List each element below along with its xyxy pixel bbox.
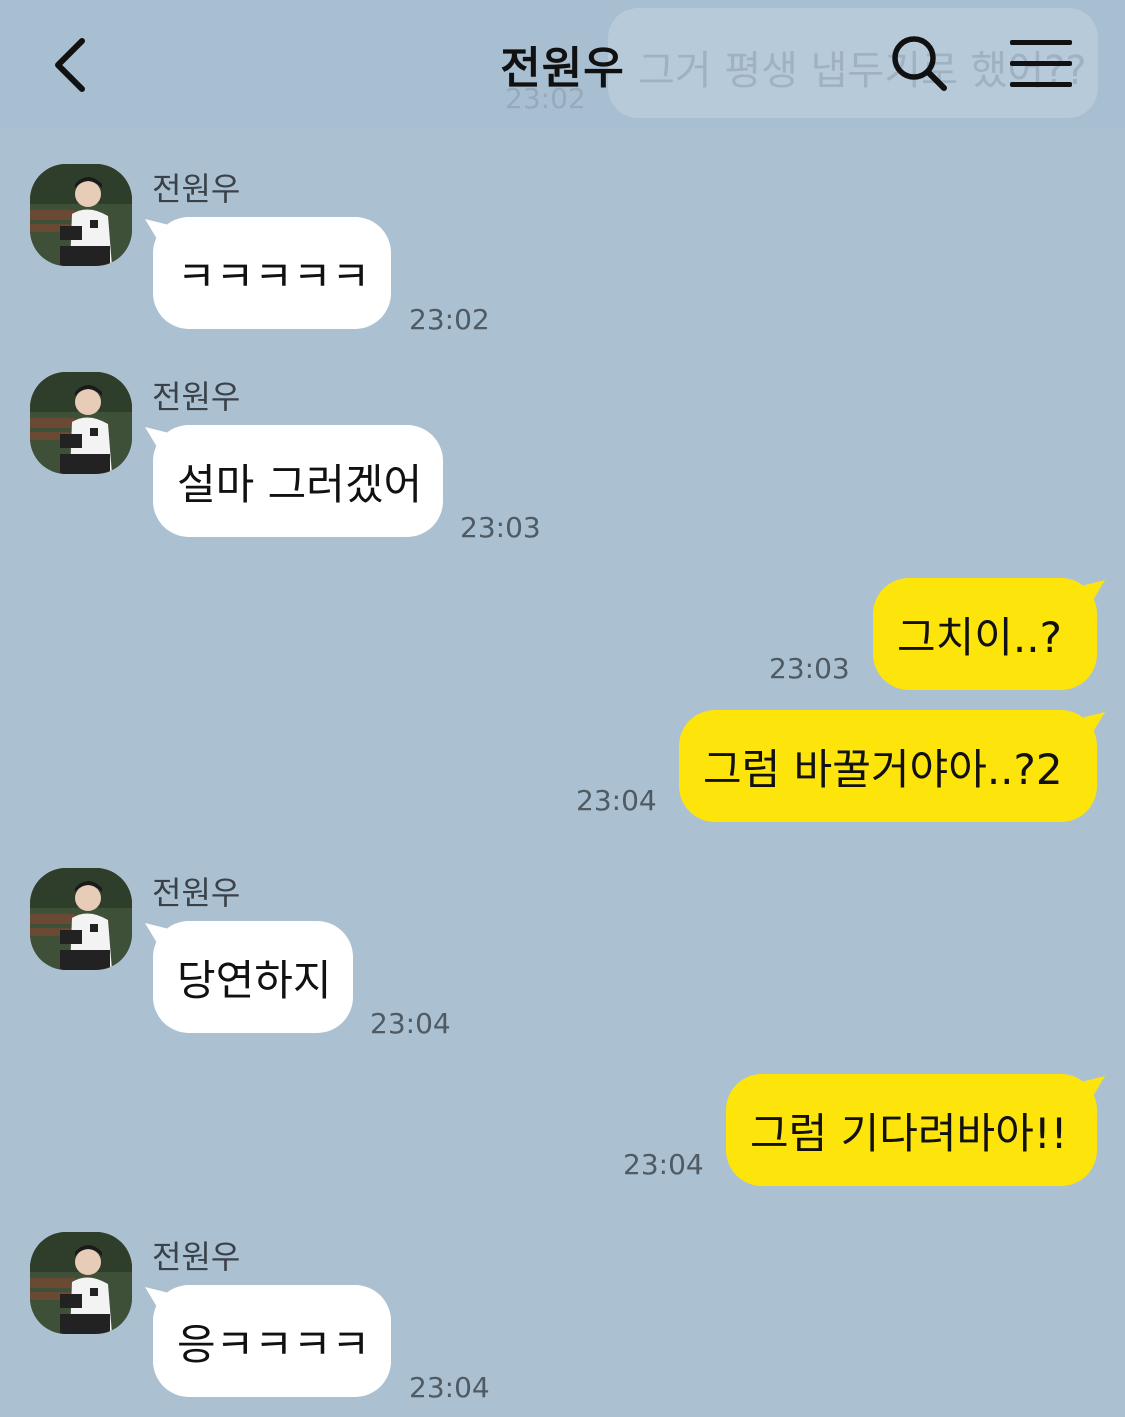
search-icon — [892, 36, 947, 91]
message-bubble-incoming[interactable]: ㅋㅋㅋㅋㅋ — [153, 217, 391, 329]
message-time: 23:04 — [576, 784, 657, 817]
sender-name: 전원우 — [152, 378, 241, 416]
chat-title: 전원우 — [500, 43, 625, 94]
message-bubble-incoming[interactable]: 설마 그러겠어 — [153, 425, 443, 537]
message-text: 설마 그러겠어 — [177, 459, 423, 509]
message-time: 23:03 — [769, 652, 850, 685]
menu-button[interactable] — [1006, 36, 1076, 92]
message-time: 23:04 — [409, 1371, 490, 1404]
sender-avatar[interactable] — [30, 1232, 132, 1334]
message-text: 응ㅋㅋㅋㅋ — [177, 1319, 371, 1369]
sender-avatar[interactable] — [30, 164, 132, 266]
message-time: 23:03 — [460, 511, 541, 544]
avatar-photo-icon — [30, 1232, 132, 1334]
message-text: ㅋㅋㅋㅋㅋ — [177, 251, 371, 301]
message-bubble-outgoing[interactable]: 그럼 기다려바아!! — [726, 1074, 1097, 1186]
search-button[interactable] — [888, 32, 952, 96]
chat-header: 그거 평생 냅두기로 했어?? 23:02 전원우 — [0, 0, 1125, 128]
sender-name: 전원우 — [152, 170, 241, 208]
message-bubble-incoming[interactable]: 응ㅋㅋㅋㅋ — [153, 1285, 391, 1397]
avatar-photo-icon — [30, 164, 132, 266]
message-text: 그치이..? — [897, 612, 1062, 662]
avatar-photo-icon — [30, 868, 132, 970]
chat-screen: 그거 평생 냅두기로 했어?? 23:02 전원우 전원우 ㅋㅋㅋㅋㅋ 23:0… — [0, 0, 1125, 1417]
message-text: 당연하지 — [177, 955, 332, 1005]
sender-avatar[interactable] — [30, 868, 132, 970]
sender-name: 전원우 — [152, 874, 241, 912]
message-bubble-outgoing[interactable]: 그치이..? — [873, 578, 1097, 690]
message-time: 23:04 — [370, 1007, 451, 1040]
message-text: 그럼 바꿀거야아..?2 — [703, 744, 1063, 794]
message-bubble-incoming[interactable]: 당연하지 — [153, 921, 353, 1033]
avatar-photo-icon — [30, 372, 132, 474]
sender-avatar[interactable] — [30, 372, 132, 474]
message-text: 그럼 기다려바아!! — [750, 1108, 1068, 1158]
message-bubble-outgoing[interactable]: 그럼 바꿀거야아..?2 — [679, 710, 1097, 822]
hamburger-menu-icon — [1010, 40, 1072, 87]
message-time: 23:04 — [623, 1148, 704, 1181]
message-time: 23:02 — [409, 303, 490, 336]
sender-name: 전원우 — [152, 1238, 241, 1276]
